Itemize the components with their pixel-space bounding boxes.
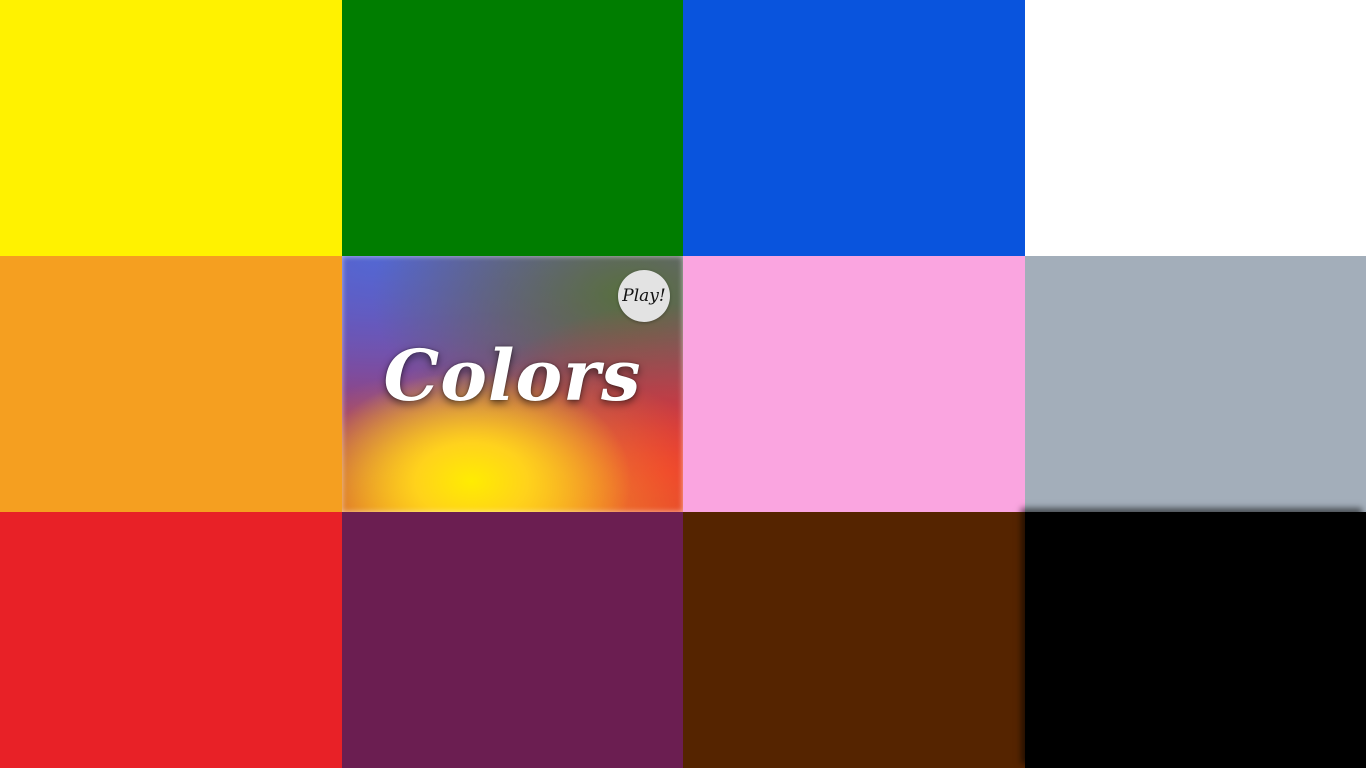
tile-blue[interactable] (683, 0, 1025, 256)
title-card: Play! Colors (342, 256, 683, 512)
color-board: Play! Colors (0, 0, 1366, 768)
tile-black[interactable] (1025, 512, 1366, 768)
tile-orange[interactable] (0, 256, 342, 512)
tile-gray[interactable] (1025, 256, 1366, 512)
tile-white[interactable] (1025, 0, 1366, 256)
game-title: Colors (383, 334, 642, 417)
tile-yellow[interactable] (0, 0, 342, 256)
tile-brown[interactable] (683, 512, 1025, 768)
tile-green[interactable] (342, 0, 683, 256)
tile-red[interactable] (0, 512, 342, 768)
play-button[interactable]: Play! (618, 270, 670, 322)
tile-purple[interactable] (342, 512, 683, 768)
tile-pink[interactable] (683, 256, 1025, 512)
